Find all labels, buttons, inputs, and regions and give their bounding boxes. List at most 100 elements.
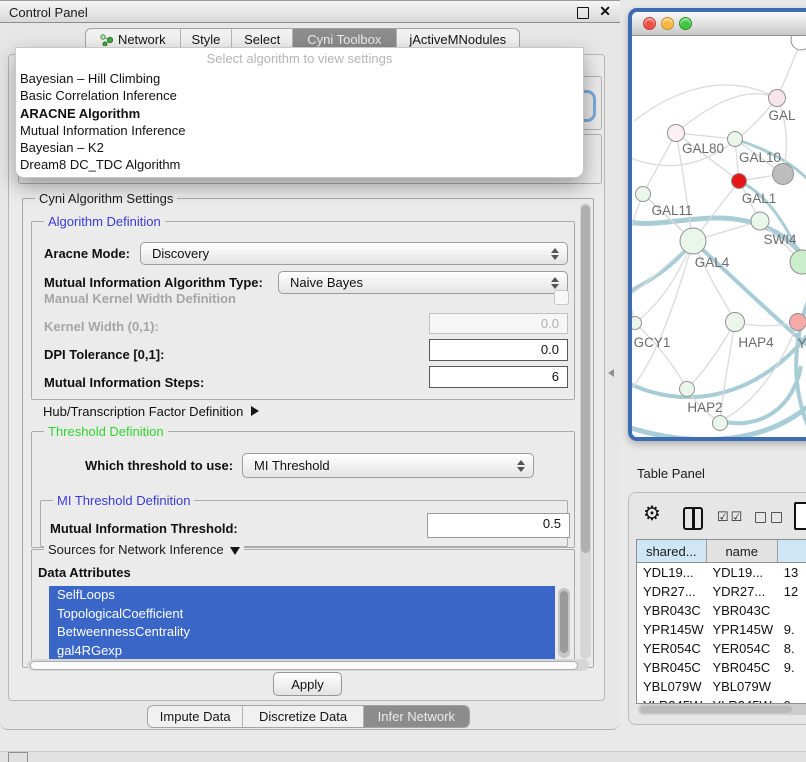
manual-kernel-checkbox[interactable] <box>554 290 569 305</box>
scrollbar-thumb[interactable] <box>640 706 792 713</box>
network-node[interactable] <box>732 174 747 189</box>
table-row[interactable]: YDL19...YDL19...13 <box>637 563 806 582</box>
table-horizontal-scrollbar[interactable] <box>638 704 806 715</box>
dpi-tolerance-input[interactable]: 0.0 <box>429 339 568 361</box>
tab-discretize-data[interactable]: Discretize Data <box>243 706 363 727</box>
attribute-list-item[interactable]: BetweennessCentrality <box>49 623 555 642</box>
table-panel: ⚙ ☑☑ shared...name YDL19...YDL19...13YDR… <box>628 492 806 725</box>
attributes-scrollbar[interactable] <box>558 588 570 658</box>
network-edge <box>632 266 635 323</box>
network-node[interactable] <box>791 36 806 50</box>
mac-minimize-button[interactable] <box>661 17 674 30</box>
network-node-hap4[interactable] <box>726 313 745 332</box>
mi-type-select[interactable]: Naive Bayes <box>278 271 568 294</box>
data-attributes-label: Data Attributes <box>38 565 131 580</box>
document-icon[interactable] <box>794 502 806 530</box>
attribute-list-item[interactable]: SelfLoops <box>49 586 555 605</box>
kernel-width-input[interactable]: 0.0 <box>429 313 568 334</box>
table-row[interactable]: YLR345WYLR345W9. <box>637 696 806 704</box>
table-row[interactable]: YER054CYER054C8. <box>637 639 806 658</box>
table-cell: YBL079W <box>706 679 777 694</box>
table-row[interactable]: YDR27...YDR27...12 <box>637 582 806 601</box>
apply-button[interactable]: Apply <box>273 672 342 696</box>
network-node-y[interactable] <box>790 314 806 331</box>
network-node-swi4[interactable] <box>751 212 769 230</box>
control-panel-titlebar[interactable]: Control Panel ✕ <box>0 0 620 23</box>
table-cell: YPR145W <box>637 622 706 637</box>
mi-type-label: Mutual Information Algorithm Type: <box>44 275 263 290</box>
algorithm-option[interactable]: Bayesian – K2 <box>16 139 583 156</box>
close-icon[interactable]: ✕ <box>599 3 611 20</box>
column-header-name[interactable]: name <box>707 540 778 562</box>
node-label: GAL10 <box>739 150 781 165</box>
gear-icon[interactable]: ⚙ <box>643 504 661 524</box>
algorithm-option[interactable]: Mutual Information Inference <box>16 122 583 139</box>
collapsed-panel-icon[interactable] <box>8 752 28 762</box>
network-window-titlebar[interactable] <box>632 12 806 36</box>
columns-icon[interactable] <box>683 507 703 530</box>
mi-threshold-label: Mutual Information Threshold: <box>50 521 238 536</box>
network-node-gcy1[interactable] <box>632 317 642 330</box>
network-node-gal80[interactable] <box>668 125 685 142</box>
network-canvas[interactable]: GALGAL80GAL10GAL1GAL11SWI4GAL4GCY1HAP4YH… <box>632 36 806 437</box>
hub-definition-toggle[interactable]: Hub/Transcription Factor Definition <box>43 404 259 419</box>
network-graph: GALGAL80GAL10GAL1GAL11SWI4GAL4GCY1HAP4YH… <box>632 36 806 437</box>
scrollbar-thumb[interactable] <box>30 661 578 670</box>
column-header-shared[interactable]: shared... <box>637 540 707 562</box>
attribute-list-item[interactable]: TopologicalCoefficient <box>49 605 555 624</box>
mac-close-button[interactable] <box>643 17 656 30</box>
table-row[interactable]: YPR145WYPR145W9. <box>637 620 806 639</box>
algorithm-option[interactable]: Basic Correlation Inference <box>16 87 583 104</box>
tab-label: Impute Data <box>160 709 231 724</box>
which-threshold-select[interactable]: MI Threshold <box>242 453 534 478</box>
settings-horizontal-scrollbar[interactable] <box>27 659 589 671</box>
network-node[interactable] <box>773 164 794 185</box>
mi-threshold-input[interactable]: 0.5 <box>427 513 570 538</box>
network-node-gal4[interactable] <box>680 228 706 254</box>
manual-kernel-label: Manual Kernel Width Definition <box>44 291 236 306</box>
dropdown-prompt: Select algorithm to view settings <box>16 48 583 70</box>
splitpane-arrow-icon[interactable] <box>608 369 614 377</box>
tab-infer-network[interactable]: Infer Network <box>364 706 469 727</box>
table-body: YDL19...YDL19...13YDR27...YDR27...12YBR0… <box>637 563 806 704</box>
algorithm-option[interactable]: ARACNE Algorithm <box>16 105 583 122</box>
settings-group-title: Cyni Algorithm Settings <box>35 191 177 206</box>
table-row[interactable]: YBL079WYBL079W <box>637 677 806 696</box>
tab-impute-data[interactable]: Impute Data <box>148 706 243 727</box>
stepper-icon <box>547 248 563 260</box>
algorithm-option[interactable]: Dream8 DC_TDC Algorithm <box>16 156 583 173</box>
table-cell: YDR27... <box>706 584 777 599</box>
scrollbar-thumb[interactable] <box>560 591 568 653</box>
table-cell: YBR043C <box>637 603 706 618</box>
network-node[interactable] <box>790 250 806 274</box>
table-cell: 13 <box>778 565 806 580</box>
column-header[interactable] <box>778 540 806 562</box>
network-node-gal11[interactable] <box>636 187 651 202</box>
table-cell: 9. <box>778 622 806 637</box>
mac-zoom-button[interactable] <box>679 17 692 30</box>
mi-steps-input[interactable]: 6 <box>429 366 568 388</box>
checked-pair-icon[interactable]: ☑☑ <box>717 509 744 525</box>
table-cell: 12 <box>778 584 806 599</box>
node-label: HAP4 <box>738 335 774 350</box>
scrollbar-thumb[interactable] <box>581 205 590 553</box>
algorithm-option[interactable]: Bayesian – Hill Climbing <box>16 70 583 87</box>
float-window-icon[interactable] <box>577 7 589 19</box>
sources-toggle[interactable]: Sources for Network Inference <box>44 542 244 557</box>
table-cell: YER054C <box>706 641 777 656</box>
unchecked-pair-icon[interactable] <box>755 512 782 523</box>
settings-vertical-scrollbar[interactable] <box>580 203 591 659</box>
table-cell: YDL19... <box>706 565 777 580</box>
network-node-hap2[interactable] <box>680 382 695 397</box>
network-node-gal[interactable] <box>769 90 786 107</box>
attribute-list-item[interactable]: gal4RGexp <box>49 642 555 661</box>
network-icon <box>100 33 113 46</box>
network-edge <box>687 322 735 389</box>
threshold-definition-group: Threshold Definition Which threshold to … <box>31 431 575 548</box>
sources-title: Sources for Network Inference <box>48 542 224 557</box>
table-row[interactable]: YBR045CYBR045C9. <box>637 658 806 677</box>
network-node[interactable] <box>713 416 728 431</box>
aracne-mode-select[interactable]: Discovery <box>140 242 568 265</box>
table-row[interactable]: YBR043CYBR043C <box>637 601 806 620</box>
network-node-gal10[interactable] <box>728 132 743 147</box>
